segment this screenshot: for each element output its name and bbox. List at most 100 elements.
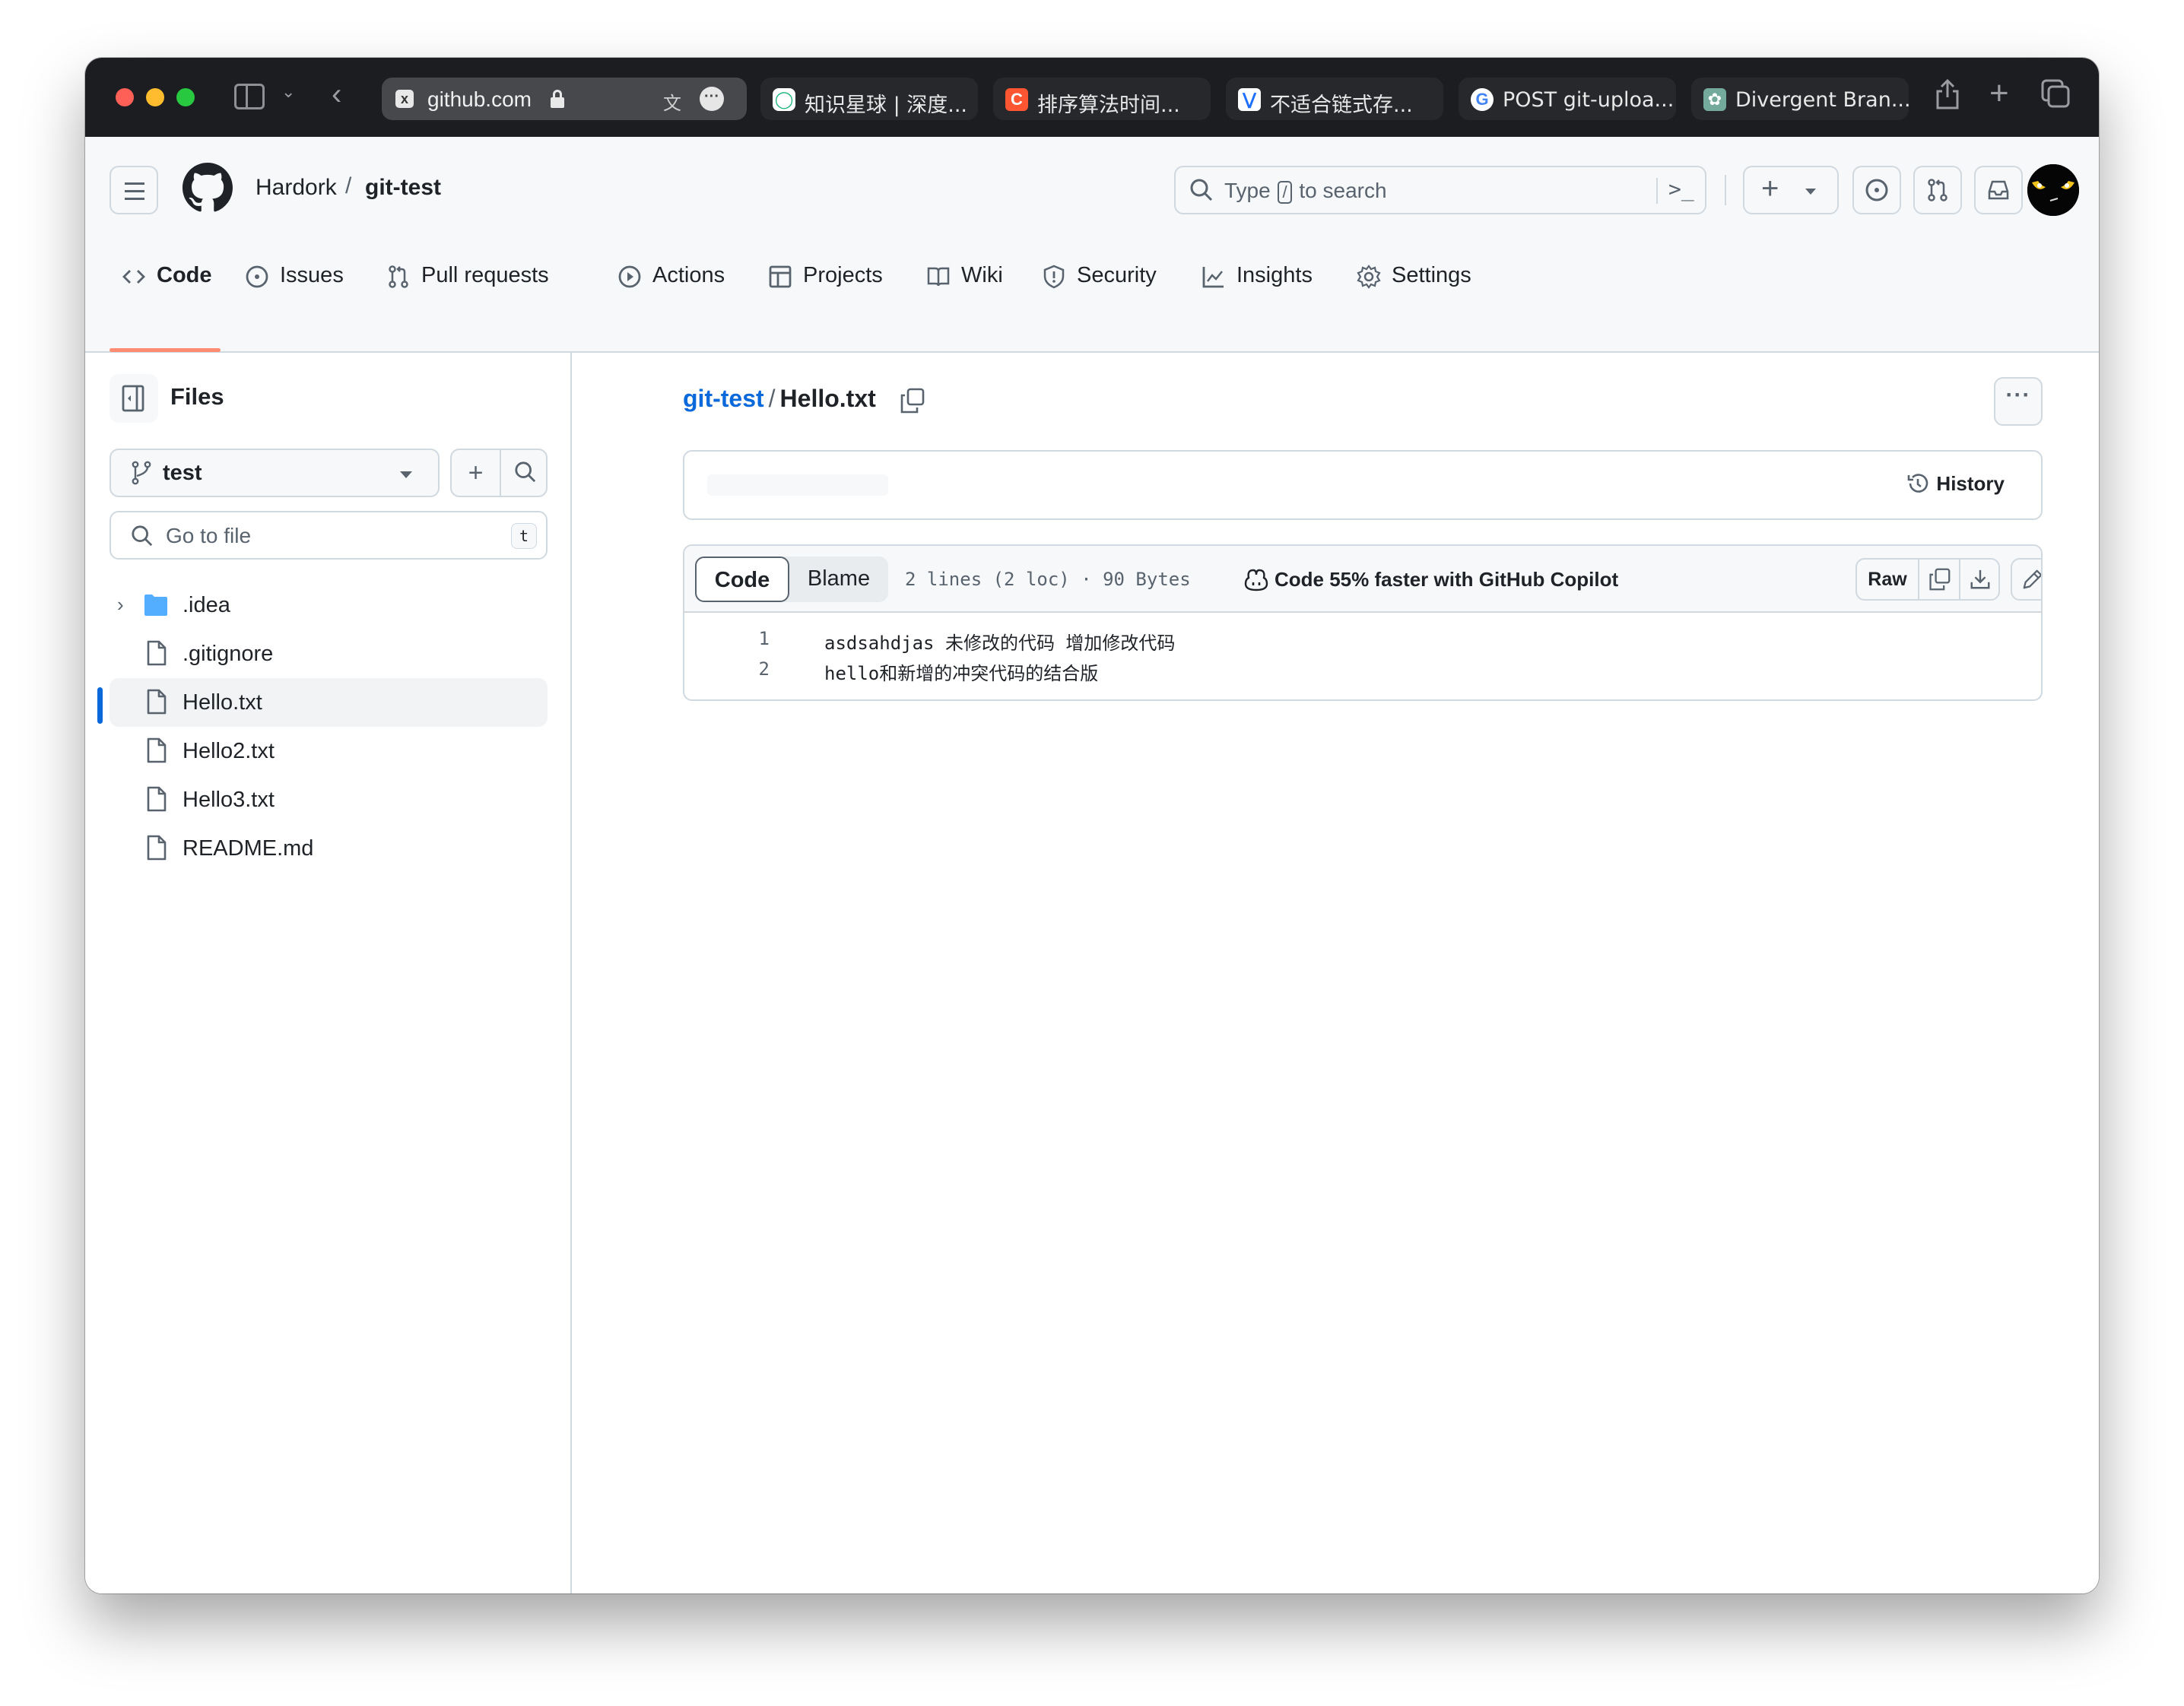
search-files-button[interactable] <box>501 450 549 496</box>
active-tab-indicator <box>110 348 221 352</box>
inbox-button[interactable] <box>1974 166 2023 214</box>
copy-raw-button[interactable] <box>1919 560 1959 599</box>
browser-tab[interactable]: C 排序算法时间... <box>993 78 1211 120</box>
files-heading: Files <box>170 383 224 410</box>
tab-label: Actions <box>652 263 725 287</box>
repo-name-link[interactable]: git-test <box>365 175 441 201</box>
minimize-window-button[interactable] <box>146 88 164 106</box>
edit-group <box>2011 558 2041 601</box>
tab-insights[interactable]: Insights <box>1202 249 1313 353</box>
tab-security[interactable]: Security <box>1042 249 1157 353</box>
raw-copy-download-group: Raw <box>1855 558 2000 601</box>
address-bar[interactable]: x github.com 文 ··· <box>382 78 747 120</box>
browser-tab[interactable]: ✿ Divergent Bran... <box>1691 78 1911 120</box>
caret-down-icon <box>400 471 412 478</box>
menu-button[interactable] <box>110 166 158 214</box>
blame-view-button[interactable]: Blame <box>789 557 888 602</box>
share-icon[interactable] <box>1935 78 1960 116</box>
latest-commit-box: History <box>683 450 2043 520</box>
tree-item-file[interactable]: Hello2.txt <box>110 727 548 775</box>
tab-pull-requests[interactable]: Pull requests <box>386 249 549 353</box>
history-label: History <box>1936 471 2005 495</box>
tree-item-file[interactable]: README.md <box>110 824 548 873</box>
tree-item-label: Hello2.txt <box>183 739 275 763</box>
tab-label: Security <box>1077 263 1157 287</box>
tree-item-file[interactable]: Hello3.txt <box>110 775 548 824</box>
folder-icon <box>144 595 167 616</box>
browser-tab[interactable]: ◯ 知识星球 | 深度... <box>760 78 978 120</box>
tree-actions-group: + <box>450 449 548 497</box>
create-new-button[interactable]: + <box>1743 166 1839 214</box>
copilot-promo-text: Code 55% faster with GitHub Copilot <box>1275 567 1619 591</box>
tab-code[interactable]: Code <box>122 249 212 353</box>
file-tree-sidebar: Files test + Go to file t › .idea .gitig… <box>85 353 572 1593</box>
raw-button[interactable]: Raw <box>1857 560 1918 599</box>
file-view: git-test / Hello.txt ··· History Code Blam… <box>572 353 2099 1593</box>
code-line: 2 hello和新增的冲突代码的结合版 <box>684 658 2041 689</box>
chevron-right-icon[interactable]: › <box>117 593 124 617</box>
add-file-button[interactable]: + <box>452 450 500 496</box>
file-content-box: Code Blame 2 lines (2 loc) · 90 Bytes Co… <box>683 544 2043 701</box>
tab-label: Insights <box>1236 263 1313 287</box>
tab-wiki[interactable]: Wiki <box>926 249 1003 353</box>
raw-label: Raw <box>1868 569 1907 590</box>
plus-icon: + <box>1761 172 1779 205</box>
shortcut-hint: t <box>511 523 537 549</box>
go-to-file-input[interactable]: Go to file t <box>110 511 548 560</box>
tab-issues[interactable]: Issues <box>245 249 344 353</box>
back-icon[interactable]: ‹ <box>332 79 341 109</box>
plus-icon: + <box>468 458 484 487</box>
line-number[interactable]: 2 <box>745 658 770 680</box>
browser-tab[interactable]: G POST git-uploa... <box>1459 78 1676 120</box>
issues-button[interactable] <box>1852 166 1901 214</box>
pull-requests-button[interactable] <box>1913 166 1962 214</box>
close-window-button[interactable] <box>116 88 134 106</box>
breadcrumb-repo-link[interactable]: git-test <box>683 385 764 412</box>
copy-path-icon[interactable] <box>899 388 925 414</box>
user-avatar[interactable] <box>2027 164 2079 216</box>
tab-title: 排序算法时间... <box>1037 94 1180 117</box>
book-icon <box>927 267 950 287</box>
sidebar-toggle-icon[interactable] <box>234 84 265 109</box>
line-number[interactable]: 1 <box>745 628 770 649</box>
bookmark-blue-icon: ⋁ <box>1238 88 1261 111</box>
translate-icon[interactable]: 文 <box>663 88 681 115</box>
maximize-window-button[interactable] <box>176 88 195 106</box>
csdn-icon: C <box>1005 88 1028 111</box>
file-icon <box>147 689 167 715</box>
avatar-image <box>2027 164 2079 216</box>
file-icon <box>147 786 167 812</box>
edit-file-button[interactable] <box>2012 560 2041 599</box>
file-header: Code Blame 2 lines (2 loc) · 90 Bytes Co… <box>684 546 2041 613</box>
code-icon <box>122 270 145 284</box>
lock-icon <box>551 90 564 108</box>
copilot-promo-link[interactable]: Code 55% faster with GitHub Copilot <box>1244 567 1618 591</box>
tab-projects[interactable]: Projects <box>768 249 883 353</box>
branch-selector[interactable]: test <box>110 449 440 497</box>
download-button[interactable] <box>1960 560 2000 599</box>
git-branch-icon <box>132 461 151 485</box>
browser-tab[interactable]: ⋁ 不适合链式存... <box>1226 78 1443 120</box>
chevron-down-icon[interactable]: ⌄ <box>281 84 295 100</box>
new-tab-icon[interactable]: + <box>1989 75 2009 113</box>
tab-settings[interactable]: Settings <box>1357 249 1471 353</box>
tab-actions[interactable]: Actions <box>617 249 725 353</box>
search-input[interactable]: Type / to search >_ <box>1174 166 1706 214</box>
tab-overview-icon[interactable] <box>2041 79 2070 115</box>
tree-item-file-selected[interactable]: Hello.txt <box>110 678 548 727</box>
tree-item-folder[interactable]: › .idea <box>110 581 548 629</box>
more-icon[interactable]: ··· <box>700 87 724 111</box>
more-options-button[interactable]: ··· <box>1994 377 2043 426</box>
command-palette-icon[interactable]: >_ <box>1668 176 1694 201</box>
github-logo-icon[interactable] <box>183 163 233 213</box>
repo-owner-link[interactable]: Hardork <box>256 175 337 201</box>
collapse-sidebar-button[interactable] <box>110 374 158 423</box>
code-view-button[interactable]: Code <box>695 557 789 602</box>
line-text: hello和新增的冲突代码的结合版 <box>824 663 1099 684</box>
file-meta: 2 lines (2 loc) · 90 Bytes <box>905 569 1191 590</box>
tree-item-label: Hello3.txt <box>183 788 275 812</box>
tree-item-file[interactable]: .gitignore <box>110 629 548 678</box>
download-icon <box>1970 569 1990 589</box>
history-button[interactable]: History <box>1906 471 2005 496</box>
line-text: asdsahdjas 未修改的代码 增加修改代码 <box>824 633 1176 654</box>
